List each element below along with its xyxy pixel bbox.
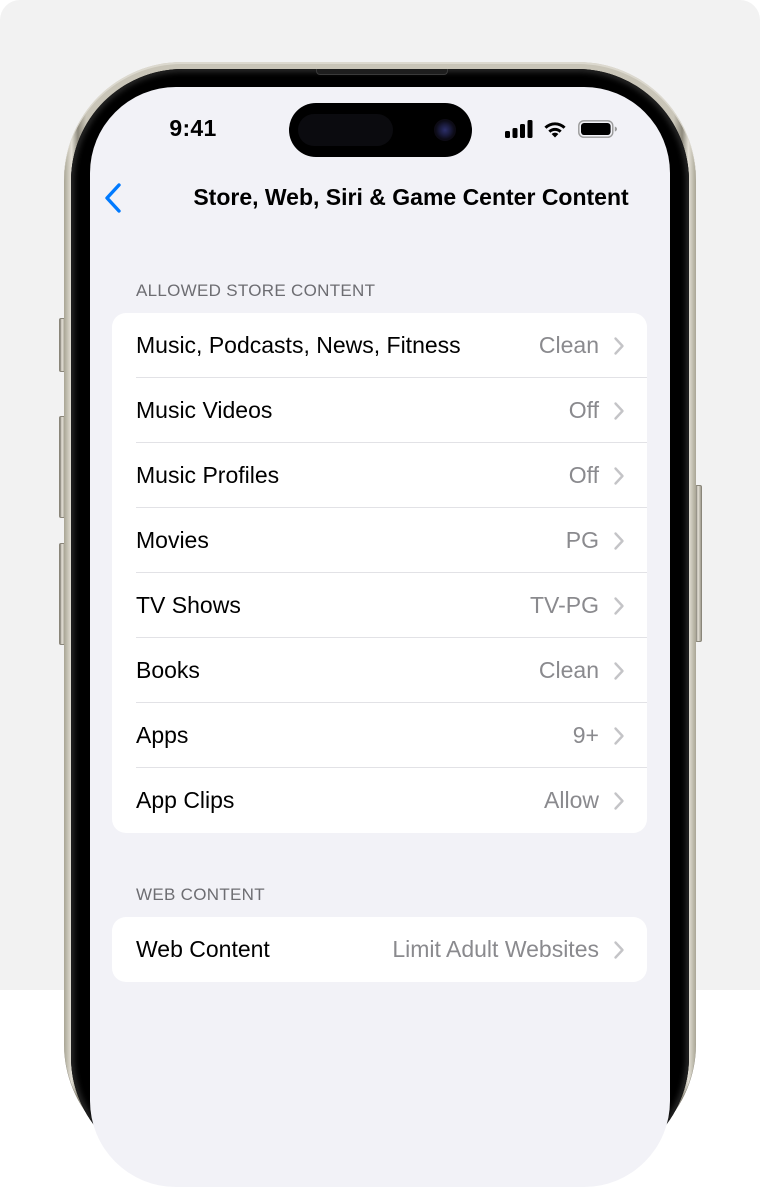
chevron-right-icon	[613, 726, 625, 746]
row-value: PG	[565, 527, 599, 553]
chevron-left-icon	[104, 182, 122, 218]
status-icons	[504, 117, 618, 141]
chevron-right-icon	[613, 401, 625, 421]
chevron-right-icon	[613, 596, 625, 616]
row-music-podcasts-news-fitness[interactable]: Music, Podcasts, News, Fitness Clean	[112, 313, 647, 378]
row-label: Web Content	[136, 936, 270, 962]
row-value: Limit Adult Websites	[392, 936, 599, 962]
back-button[interactable]	[98, 182, 128, 218]
row-label: TV Shows	[136, 592, 241, 618]
row-value: 9+	[572, 722, 599, 748]
chevron-right-icon	[613, 661, 625, 681]
row-label: Books	[136, 657, 200, 683]
row-value: TV-PG	[529, 592, 599, 618]
row-value: Off	[568, 462, 599, 488]
face-id-sensor	[298, 114, 393, 146]
row-music-profiles[interactable]: Music Profiles Off	[112, 443, 647, 508]
row-label: Music Profiles	[136, 462, 280, 488]
power-button	[695, 485, 702, 642]
web-content-list: Web Content Limit Adult Websites	[112, 917, 647, 982]
wifi-icon	[542, 119, 568, 139]
chevron-right-icon	[613, 466, 625, 486]
chevron-right-icon	[613, 791, 625, 811]
row-value: Clean	[538, 332, 599, 358]
section-header-allowed-store-content: ALLOWED STORE CONTENT	[136, 281, 376, 300]
row-label: App Clips	[136, 787, 235, 813]
chevron-right-icon	[613, 531, 625, 551]
row-value: Off	[568, 397, 599, 423]
row-value: Allow	[544, 787, 599, 813]
row-value: Clean	[538, 657, 599, 683]
chevron-right-icon	[613, 940, 625, 960]
battery-icon	[578, 119, 618, 139]
dynamic-island	[289, 103, 472, 157]
allowed-store-content-list: Music, Podcasts, News, Fitness Clean Mus…	[112, 313, 647, 833]
earpiece-speaker	[316, 69, 448, 75]
chevron-right-icon	[613, 336, 625, 356]
page-title: Store, Web, Siri & Game Center Content	[193, 184, 629, 210]
row-label: Apps	[136, 722, 189, 748]
cellular-signal-icon	[504, 119, 534, 139]
row-movies[interactable]: Movies PG	[112, 508, 647, 573]
front-camera	[434, 119, 456, 141]
row-tv-shows[interactable]: TV Shows TV-PG	[112, 573, 647, 638]
row-label: Movies	[136, 527, 209, 553]
row-books[interactable]: Books Clean	[112, 638, 647, 703]
row-label: Music, Podcasts, News, Fitness	[136, 332, 461, 358]
status-time: 9:41	[169, 115, 217, 141]
phone-screen: 9:41 Store, Web, Siri & Game Center Cont…	[90, 87, 670, 1187]
row-app-clips[interactable]: App Clips Allow	[112, 768, 647, 833]
row-label: Music Videos	[136, 397, 273, 423]
row-web-content[interactable]: Web Content Limit Adult Websites	[112, 917, 647, 982]
section-header-web-content: WEB CONTENT	[136, 885, 265, 904]
row-apps[interactable]: Apps 9+	[112, 703, 647, 768]
row-music-videos[interactable]: Music Videos Off	[112, 378, 647, 443]
